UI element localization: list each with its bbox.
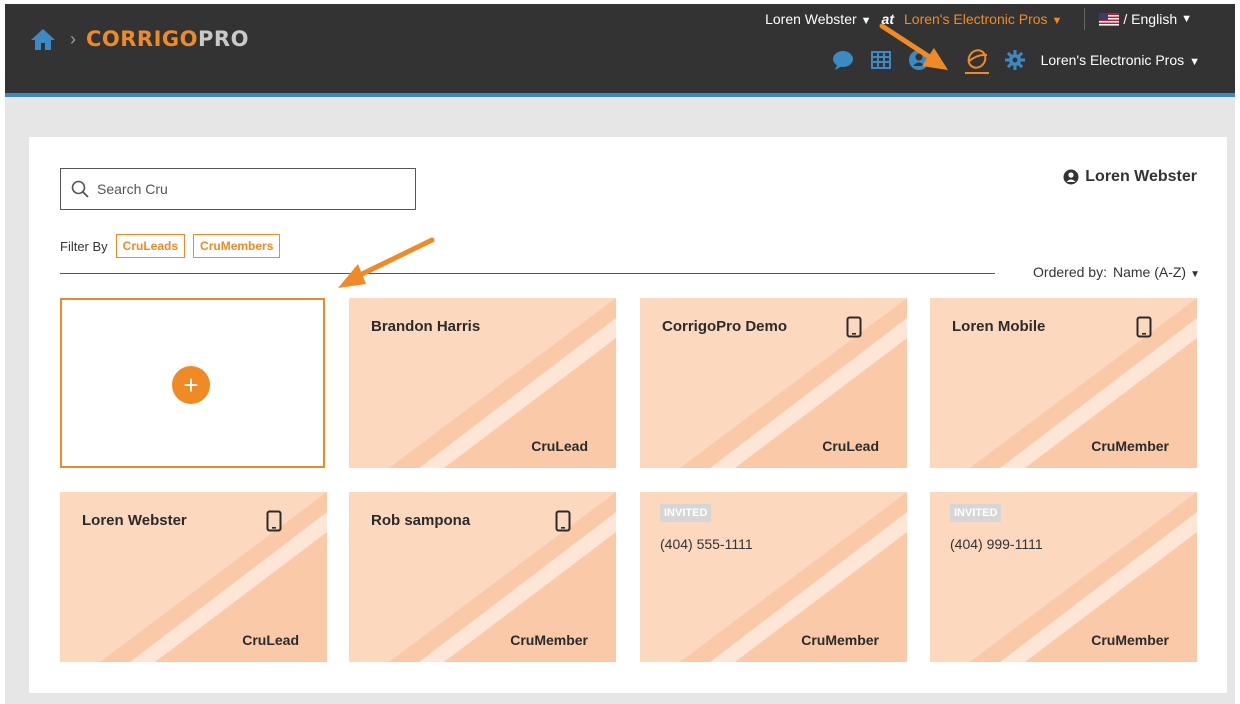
member-card[interactable]: Brandon Harris CruLead	[349, 298, 616, 468]
card-name: Loren Webster	[82, 512, 187, 529]
corrigopro-logo[interactable]: CORRIGOPRO	[86, 27, 249, 51]
current-user: Loren Webster	[1063, 168, 1197, 186]
card-role: CruMember	[1091, 632, 1169, 648]
mobile-phone-icon	[1136, 316, 1152, 338]
card-name: Loren Mobile	[952, 318, 1046, 335]
language-menu[interactable]: / English ▼	[1099, 11, 1200, 27]
card-role: CruLead	[531, 438, 588, 454]
member-card[interactable]: Rob sampona CruMember	[349, 492, 616, 662]
member-card[interactable]: CorrigoPro Demo CruLead	[640, 298, 907, 468]
invited-card[interactable]: INVITED (404) 999-1111 CruMember	[930, 492, 1197, 662]
card-role: CruLead	[242, 632, 299, 648]
breadcrumb: › CORRIGOPRO	[30, 24, 249, 54]
member-card[interactable]: Loren Mobile CruMember	[930, 298, 1197, 468]
home-icon[interactable]	[30, 27, 56, 51]
invited-badge: INVITED	[660, 504, 712, 522]
user-context-bar: Loren Webster ▼ at Loren's Electronic Pro…	[765, 8, 1200, 30]
mobile-phone-icon	[555, 510, 571, 532]
mobile-phone-icon	[846, 316, 862, 338]
annotation-arrow-cru-icon	[879, 23, 948, 70]
member-card[interactable]: Loren Webster CruLead	[60, 492, 327, 662]
card-role: CruMember	[510, 632, 588, 648]
filter-bar: Filter By CruLeads CruMembers	[60, 234, 281, 258]
breadcrumb-separator: ›	[70, 28, 76, 49]
user-circle-icon	[1063, 169, 1079, 185]
search-icon	[71, 180, 89, 198]
invited-card[interactable]: INVITED (404) 555-1111 CruMember	[640, 492, 907, 662]
card-role: CruLead	[822, 438, 879, 454]
sort-value: Name (A-Z)	[1112, 264, 1187, 280]
sort-label: Ordered by:	[1033, 264, 1107, 280]
settings-icon[interactable]	[1003, 48, 1027, 72]
divider	[1084, 8, 1086, 30]
user-menu[interactable]: Loren Webster ▼	[765, 11, 879, 27]
card-name: Brandon Harris	[371, 318, 481, 335]
cru-icon[interactable]	[964, 46, 989, 74]
card-phone-number: (404) 999-1111	[950, 536, 1043, 552]
current-user-name: Loren Webster	[1085, 168, 1197, 185]
filter-label: Filter By	[60, 238, 108, 254]
card-phone-number: (404) 555-1111	[660, 536, 753, 552]
search-input[interactable]	[97, 181, 397, 197]
filter-chip-cumembers[interactable]: CruMembers	[193, 234, 281, 258]
add-icon[interactable]: +	[172, 366, 210, 404]
card-role: CruMember	[801, 632, 879, 648]
filter-chip-culeads[interactable]: CruLeads	[115, 234, 186, 258]
card-role: CruMember	[1091, 438, 1169, 454]
us-flag-icon	[1099, 12, 1120, 26]
mobile-phone-icon	[266, 510, 282, 532]
chat-icon[interactable]	[831, 48, 855, 72]
annotation-arrow-add	[338, 237, 435, 288]
sort-control[interactable]: Ordered by: Name (A-Z) ▼	[1033, 264, 1200, 280]
add-member-card[interactable]: +	[60, 298, 325, 468]
divider-line	[60, 273, 995, 274]
card-name: Rob sampona	[371, 512, 471, 529]
chevron-down-icon: ▼	[1190, 269, 1200, 280]
organization-select[interactable]: Loren's Electronic Pros ▼	[1041, 52, 1200, 68]
card-name: CorrigoPro Demo	[662, 318, 788, 335]
search-box[interactable]	[60, 168, 416, 210]
invited-badge: INVITED	[950, 504, 1002, 522]
